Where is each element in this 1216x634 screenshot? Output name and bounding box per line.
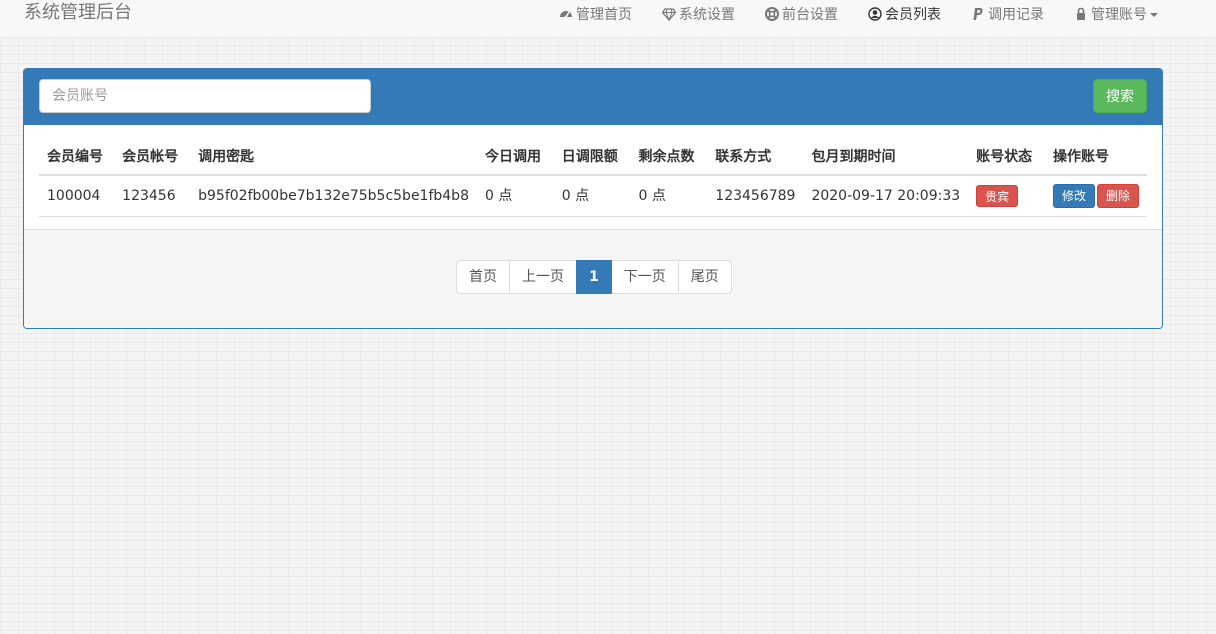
nav-label: 调用记录 <box>988 7 1044 23</box>
nav-label: 前台设置 <box>782 7 838 23</box>
edit-button[interactable]: 修改 <box>1052 184 1095 208</box>
api-key-cell: b95f02fb00be7b132e75b5c5be1fb4b8 <box>190 175 477 217</box>
nav-label: 会员列表 <box>885 7 941 23</box>
page-last-button[interactable]: 尾页 <box>677 260 732 294</box>
column-header: 会员编号 <box>39 140 115 176</box>
user-circle-icon <box>868 7 882 21</box>
nav-label: 管理首页 <box>576 7 632 23</box>
panel-footer: 首页 上一页 1 下一页 尾页 <box>24 229 1162 328</box>
delete-button[interactable]: 删除 <box>1096 184 1139 208</box>
column-header: 今日调用 <box>476 140 554 176</box>
nav-item-dashboard[interactable]: 管理首页 <box>559 4 632 24</box>
nav-item-frontend-settings[interactable]: 前台设置 <box>765 4 838 24</box>
top-navbar: 系统管理后台 管理首页 系统设置 前台设置 会员列表 调用记录 管理账号 <box>0 0 1216 38</box>
column-header: 联系方式 <box>707 140 804 176</box>
nav-item-system-settings[interactable]: 系统设置 <box>662 4 735 24</box>
lock-icon <box>1074 7 1088 21</box>
panel-heading: 搜索 <box>24 69 1162 125</box>
main-nav: 管理首页 系统设置 前台设置 会员列表 调用记录 管理账号 <box>559 4 1188 24</box>
status-cell: 贵宾 <box>968 175 1045 217</box>
column-header: 操作账号 <box>1044 140 1147 176</box>
nav-item-member-list[interactable]: 会员列表 <box>868 4 941 24</box>
brand-title[interactable]: 系统管理后台 <box>24 2 132 24</box>
nav-item-call-records[interactable]: 调用记录 <box>971 4 1044 24</box>
today-calls-cell: 0 点 <box>476 175 554 217</box>
column-header: 调用密匙 <box>190 140 477 176</box>
column-header: 账号状态 <box>968 140 1045 176</box>
panel-body: 会员编号 会员帐号 调用密匙 今日调用 日调限额 剩余点数 联系方式 包月到期时… <box>24 125 1162 229</box>
vip-status-badge[interactable]: 贵宾 <box>976 185 1019 207</box>
expiry-cell: 2020-09-17 20:09:33 <box>803 175 969 217</box>
search-input[interactable] <box>39 79 371 113</box>
chevron-down-icon <box>1150 13 1158 17</box>
member-id-cell: 100004 <box>39 175 115 217</box>
column-header: 日调限额 <box>553 140 631 176</box>
nav-item-admin-account[interactable]: 管理账号 <box>1074 4 1158 24</box>
dashboard-icon <box>559 7 573 21</box>
page-prev-button[interactable]: 上一页 <box>509 260 577 294</box>
page-current-button[interactable]: 1 <box>576 260 612 294</box>
page-next-button[interactable]: 下一页 <box>610 260 679 294</box>
paypal-icon <box>971 7 985 21</box>
member-table: 会员编号 会员帐号 调用密匙 今日调用 日调限额 剩余点数 联系方式 包月到期时… <box>39 140 1147 217</box>
lifebuoy-icon <box>765 7 779 21</box>
column-header: 包月到期时间 <box>803 140 969 176</box>
member-account-cell: 123456 <box>114 175 191 217</box>
nav-label: 系统设置 <box>679 7 735 23</box>
daily-limit-cell: 0 点 <box>553 175 631 217</box>
diamond-icon <box>662 7 676 21</box>
member-list-panel: 搜索 会员编号 会员帐号 调用密匙 今日调用 日调限额 剩余点数 联系方式 包月… <box>23 68 1163 329</box>
table-row: 100004 123456 b95f02fb00be7b132e75b5c5be… <box>39 175 1147 217</box>
column-header: 会员帐号 <box>114 140 191 176</box>
column-header: 剩余点数 <box>630 140 708 176</box>
actions-cell: 修改 删除 <box>1044 175 1147 217</box>
page-first-button[interactable]: 首页 <box>456 260 510 294</box>
table-header-row: 会员编号 会员帐号 调用密匙 今日调用 日调限额 剩余点数 联系方式 包月到期时… <box>39 140 1147 176</box>
contact-cell: 123456789 <box>707 175 804 217</box>
nav-label: 管理账号 <box>1091 7 1147 23</box>
pagination: 首页 上一页 1 下一页 尾页 <box>456 260 732 294</box>
remaining-points-cell: 0 点 <box>630 175 708 217</box>
search-button[interactable]: 搜索 <box>1093 79 1147 113</box>
